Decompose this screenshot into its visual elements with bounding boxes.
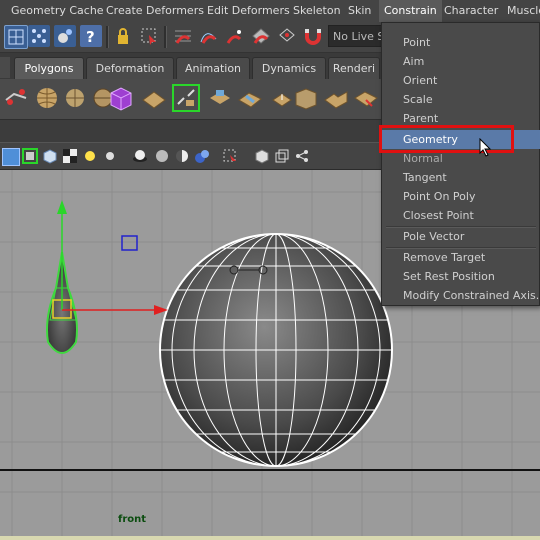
wireframe-cube-icon[interactable] <box>2 148 20 166</box>
menu-item-point-on-poly[interactable]: Point On Poly <box>382 187 540 206</box>
poly-plane-icon[interactable] <box>140 84 168 112</box>
menu-item-set-rest-position[interactable]: Set Rest Position <box>382 267 540 286</box>
xray-joints-icon[interactable] <box>274 148 290 164</box>
menu-item-closest-point[interactable]: Closest Point <box>382 206 540 225</box>
poly-sphere-alt-icon[interactable] <box>61 84 89 112</box>
poly-sphere-icon[interactable] <box>33 84 61 112</box>
snap-point-icon[interactable] <box>224 25 246 47</box>
isolate-select-icon[interactable] <box>222 148 238 164</box>
ambient-occlusion-icon[interactable] <box>132 148 148 164</box>
menu-create-deformers[interactable]: Create Deformers <box>101 0 209 22</box>
selected-camera-icon[interactable] <box>22 148 38 164</box>
menu-constrain[interactable]: Constrain <box>379 0 442 22</box>
menu-item-point[interactable]: Point <box>382 33 540 52</box>
multi-sample-icon[interactable] <box>194 148 210 164</box>
svg-text:?: ? <box>86 28 95 46</box>
paint-select-icon[interactable] <box>54 25 76 47</box>
menu-item-orient[interactable]: Orient <box>382 71 540 90</box>
snap-curve-icon[interactable] <box>198 25 220 47</box>
tab-animation[interactable]: Animation <box>176 57 250 79</box>
tab-rendering[interactable]: Renderi <box>328 57 380 79</box>
poly-split-icon[interactable] <box>322 84 350 112</box>
poly-extrude-icon[interactable] <box>206 84 234 112</box>
live-surface-field[interactable]: No Live Su <box>328 25 388 47</box>
highlight-callout <box>379 125 514 153</box>
tab-polygons[interactable]: Polygons <box>14 57 84 79</box>
shadow-light-icon[interactable] <box>102 148 118 164</box>
poly-cube-icon[interactable] <box>107 84 135 112</box>
snap-plane-icon[interactable] <box>250 25 272 47</box>
bottom-bar <box>0 536 540 540</box>
half-sphere-icon[interactable] <box>174 148 190 164</box>
menu-item-remove-target[interactable]: Remove Target <box>382 248 540 267</box>
menu-edit-deformers[interactable]: Edit Deformers <box>202 0 295 22</box>
menu-skin[interactable]: Skin <box>343 0 376 22</box>
poly-sphere-tool-icon[interactable] <box>2 84 30 112</box>
poly-bevel-icon[interactable] <box>292 84 320 112</box>
constrain-menu: Point Aim Orient Scale Parent Geometry N… <box>381 22 540 306</box>
checker-texture-icon[interactable] <box>62 148 78 164</box>
shelf-menu-arrow-icon[interactable] <box>0 57 10 78</box>
select-highlight-icon[interactable] <box>138 25 160 47</box>
menu-muscle[interactable]: Muscle <box>502 0 540 22</box>
xray-cube-icon[interactable] <box>254 148 270 164</box>
light-icon[interactable] <box>82 148 98 164</box>
poly-separate-icon[interactable] <box>172 84 200 112</box>
main-menu-bar: Geometry Cache Create Deformers Edit Def… <box>0 0 540 23</box>
menu-skeleton[interactable]: Skeleton <box>288 0 346 22</box>
tab-dynamics[interactable]: Dynamics <box>252 57 326 79</box>
poly-cut-icon[interactable] <box>352 84 380 112</box>
tab-deformation[interactable]: Deformation <box>86 57 174 79</box>
magnet-icon[interactable] <box>302 25 324 47</box>
select-tool-icon[interactable] <box>4 25 28 49</box>
snap-grid-icon[interactable] <box>172 25 194 47</box>
share-nodes-icon[interactable] <box>294 148 310 164</box>
menu-item-tangent[interactable]: Tangent <box>382 168 540 187</box>
pivot-handle <box>121 235 138 251</box>
poly-bridge-icon[interactable] <box>236 84 264 112</box>
shaded-cube-icon[interactable] <box>42 148 58 164</box>
snap-view-plane-icon[interactable] <box>276 25 298 47</box>
poly-sphere-mesh <box>159 233 393 467</box>
lock-icon[interactable] <box>112 25 134 47</box>
sphere-shaded-icon[interactable] <box>154 148 170 164</box>
menu-geometry-cache[interactable]: Geometry Cache <box>6 0 109 22</box>
menu-character[interactable]: Character <box>439 0 503 22</box>
menu-item-scale[interactable]: Scale <box>382 90 540 109</box>
menu-item-aim[interactable]: Aim <box>382 52 540 71</box>
menu-item-pole-vector[interactable]: Pole Vector <box>382 227 540 246</box>
mouse-cursor-icon <box>479 138 492 157</box>
menu-item-modify-constrained-axis[interactable]: Modify Constrained Axis... <box>382 286 540 305</box>
camera-label: front <box>118 514 147 525</box>
lasso-icon[interactable] <box>28 25 50 47</box>
help-icon[interactable]: ? <box>80 25 102 47</box>
